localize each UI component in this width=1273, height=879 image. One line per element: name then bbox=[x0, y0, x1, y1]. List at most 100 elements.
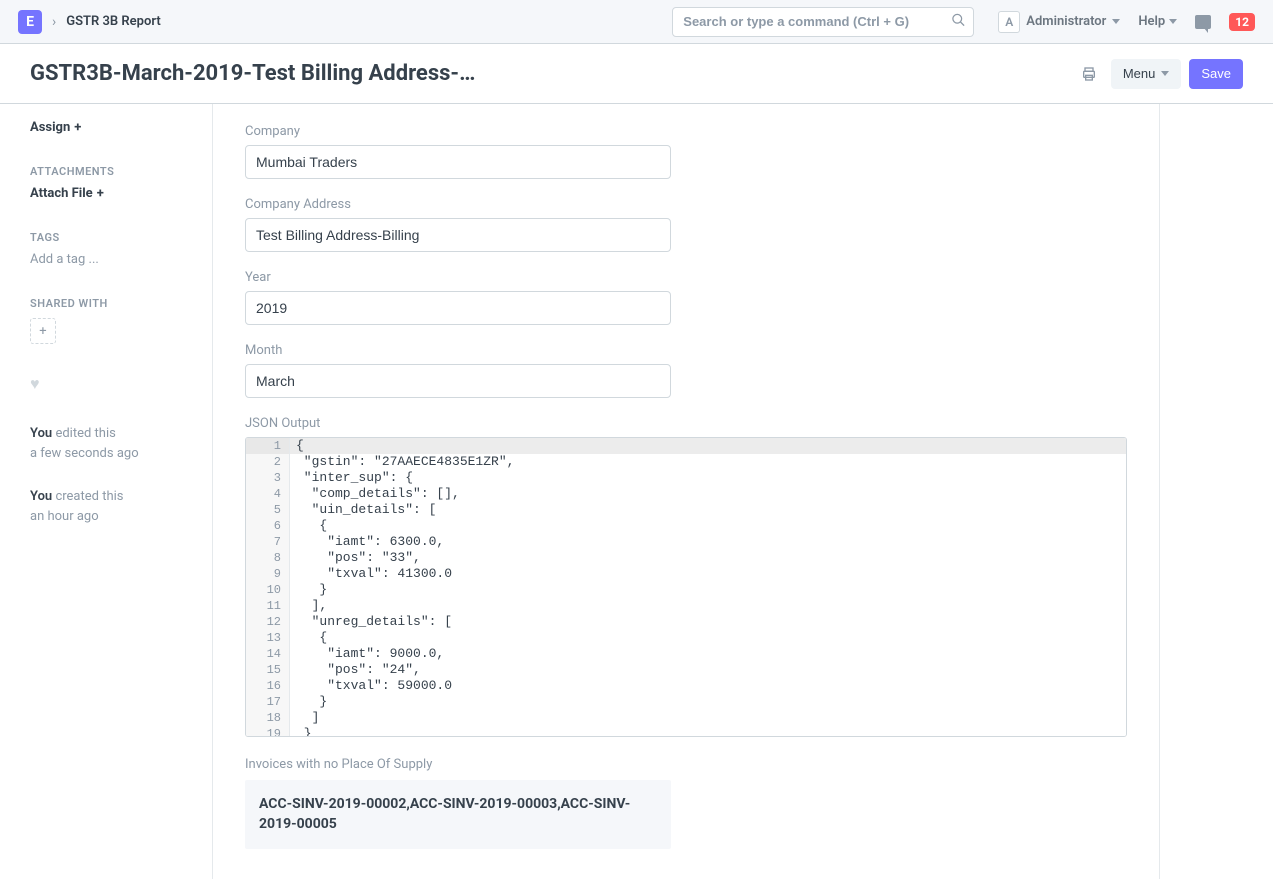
code-line[interactable]: 1{ bbox=[246, 438, 1126, 454]
code-line[interactable]: 14 "iamt": 9000.0, bbox=[246, 646, 1126, 662]
line-number: 9 bbox=[246, 566, 290, 582]
line-number: 17 bbox=[246, 694, 290, 710]
nav-right: A Administrator Help 12 bbox=[998, 11, 1255, 33]
sidebar: Assign+ ATTACHMENTS Attach File+ TAGS Ad… bbox=[0, 104, 212, 879]
tags-input[interactable]: Add a tag ... bbox=[30, 252, 212, 267]
address-input[interactable] bbox=[245, 218, 671, 252]
save-button[interactable]: Save bbox=[1189, 59, 1243, 89]
line-number: 4 bbox=[246, 486, 290, 502]
timeline-time: an hour ago bbox=[30, 509, 99, 524]
code-text: { bbox=[290, 518, 1126, 534]
help-menu[interactable]: Help bbox=[1138, 14, 1177, 29]
code-text: ], bbox=[290, 598, 1126, 614]
user-menu[interactable]: A Administrator bbox=[998, 11, 1120, 33]
form-area: Company Company Address Year Month JSON … bbox=[212, 104, 1160, 879]
content: Assign+ ATTACHMENTS Attach File+ TAGS Ad… bbox=[0, 104, 1273, 879]
line-number: 14 bbox=[246, 646, 290, 662]
code-text: } bbox=[290, 726, 1126, 737]
code-text: "uin_details": [ bbox=[290, 502, 1126, 518]
code-line[interactable]: 3 "inter_sup": { bbox=[246, 470, 1126, 486]
code-line[interactable]: 13 { bbox=[246, 630, 1126, 646]
year-input[interactable] bbox=[245, 291, 671, 325]
code-line[interactable]: 17 } bbox=[246, 694, 1126, 710]
missing-invoices-value: ACC-SINV-2019-00002,ACC-SINV-2019-00003,… bbox=[245, 780, 671, 849]
address-label: Company Address bbox=[245, 197, 1127, 212]
code-line[interactable]: 8 "pos": "33", bbox=[246, 550, 1126, 566]
assign-label: Assign bbox=[30, 120, 70, 135]
line-number: 12 bbox=[246, 614, 290, 630]
print-button[interactable] bbox=[1075, 60, 1103, 88]
field-year: Year bbox=[245, 270, 1127, 325]
timeline-time: a few seconds ago bbox=[30, 446, 139, 461]
assign-button[interactable]: Assign + bbox=[30, 120, 212, 135]
attachments-header: ATTACHMENTS bbox=[30, 165, 212, 178]
code-line[interactable]: 2 "gstin": "27AAECE4835E1ZR", bbox=[246, 454, 1126, 470]
line-number: 6 bbox=[246, 518, 290, 534]
line-number: 5 bbox=[246, 502, 290, 518]
code-text: "pos": "24", bbox=[290, 662, 1126, 678]
plus-icon: + bbox=[74, 120, 81, 135]
company-label: Company bbox=[245, 124, 1127, 139]
breadcrumb-item[interactable]: GSTR 3B Report bbox=[66, 14, 160, 29]
line-number: 7 bbox=[246, 534, 290, 550]
line-number: 19 bbox=[246, 726, 290, 737]
month-input[interactable] bbox=[245, 364, 671, 398]
code-line[interactable]: 10 } bbox=[246, 582, 1126, 598]
share-add-button[interactable]: + bbox=[30, 318, 56, 344]
code-text: "iamt": 9000.0, bbox=[290, 646, 1126, 662]
code-line[interactable]: 11 ], bbox=[246, 598, 1126, 614]
comments-icon[interactable] bbox=[1195, 15, 1211, 29]
code-line[interactable]: 5 "uin_details": [ bbox=[246, 502, 1126, 518]
notification-badge[interactable]: 12 bbox=[1229, 13, 1255, 31]
page-head: GSTR3B-March-2019-Test Billing Address-…… bbox=[0, 44, 1273, 104]
line-number: 16 bbox=[246, 678, 290, 694]
avatar: A bbox=[998, 11, 1020, 33]
search-icon bbox=[951, 12, 966, 31]
code-line[interactable]: 19 } bbox=[246, 726, 1126, 737]
code-line[interactable]: 6 { bbox=[246, 518, 1126, 534]
code-line[interactable]: 18 ] bbox=[246, 710, 1126, 726]
missing-invoices-label: Invoices with no Place Of Supply bbox=[245, 757, 1127, 772]
month-label: Month bbox=[245, 343, 1127, 358]
page-title: GSTR3B-March-2019-Test Billing Address-… bbox=[30, 61, 475, 86]
timeline: You edited this a few seconds ago You cr… bbox=[30, 424, 212, 526]
field-company: Company bbox=[245, 124, 1127, 179]
code-line[interactable]: 4 "comp_details": [], bbox=[246, 486, 1126, 502]
line-number: 18 bbox=[246, 710, 290, 726]
company-input[interactable] bbox=[245, 145, 671, 179]
app-logo[interactable]: E bbox=[18, 10, 42, 34]
page-actions: Menu Save bbox=[1075, 59, 1243, 89]
json-output-label: JSON Output bbox=[245, 416, 1127, 431]
field-company-address: Company Address bbox=[245, 197, 1127, 252]
code-text: { bbox=[290, 438, 1126, 454]
attach-label: Attach File bbox=[30, 186, 93, 201]
line-number: 2 bbox=[246, 454, 290, 470]
plus-icon: + bbox=[97, 186, 104, 201]
code-line[interactable]: 12 "unreg_details": [ bbox=[246, 614, 1126, 630]
timeline-user: You bbox=[30, 489, 52, 504]
code-text: "unreg_details": [ bbox=[290, 614, 1126, 630]
code-text: "pos": "33", bbox=[290, 550, 1126, 566]
search-input[interactable] bbox=[672, 7, 974, 37]
timeline-entry: You created this an hour ago bbox=[30, 487, 212, 526]
timeline-user: You bbox=[30, 426, 52, 441]
code-text: ] bbox=[290, 710, 1126, 726]
code-line[interactable]: 15 "pos": "24", bbox=[246, 662, 1126, 678]
code-text: "comp_details": [], bbox=[290, 486, 1126, 502]
line-number: 11 bbox=[246, 598, 290, 614]
chevron-down-icon bbox=[1169, 19, 1177, 24]
code-line[interactable]: 9 "txval": 41300.0 bbox=[246, 566, 1126, 582]
user-name: Administrator bbox=[1026, 14, 1106, 29]
code-text: "gstin": "27AAECE4835E1ZR", bbox=[290, 454, 1126, 470]
menu-button[interactable]: Menu bbox=[1111, 59, 1182, 89]
year-label: Year bbox=[245, 270, 1127, 285]
breadcrumb-separator: › bbox=[52, 14, 56, 30]
code-line[interactable]: 16 "txval": 59000.0 bbox=[246, 678, 1126, 694]
menu-label: Menu bbox=[1123, 66, 1156, 81]
like-button[interactable]: ♥ bbox=[30, 374, 212, 394]
code-text: "txval": 41300.0 bbox=[290, 566, 1126, 582]
json-output-editor[interactable]: 1{2 "gstin": "27AAECE4835E1ZR",3 "inter_… bbox=[245, 437, 1127, 737]
code-line[interactable]: 7 "iamt": 6300.0, bbox=[246, 534, 1126, 550]
attach-file-button[interactable]: Attach File + bbox=[30, 186, 212, 201]
chevron-down-icon bbox=[1112, 19, 1120, 24]
